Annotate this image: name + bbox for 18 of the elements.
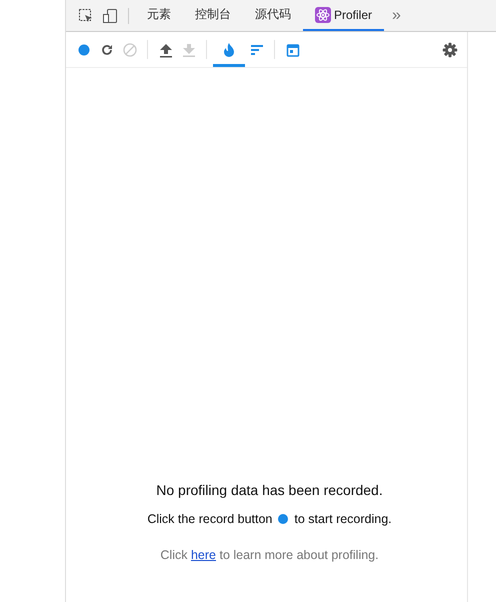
flame-icon bbox=[221, 42, 237, 58]
learn-more-text: Click here to learn more about profiling. bbox=[160, 548, 379, 562]
profiler-tab[interactable]: Profiler bbox=[303, 0, 384, 31]
more-tabs-button[interactable]: » bbox=[384, 0, 409, 31]
here-link[interactable]: here bbox=[190, 548, 216, 562]
panel-tab[interactable]: 元素 bbox=[135, 0, 183, 31]
no-entry-icon bbox=[122, 42, 138, 58]
hint-text: Click the record button bbox=[147, 512, 272, 526]
empty-title: No profiling data has been recorded. bbox=[156, 482, 383, 498]
panel-tab[interactable]: 源代码 bbox=[243, 0, 303, 31]
panel-tab[interactable]: 控制台 bbox=[183, 0, 243, 31]
record-dot-icon bbox=[278, 514, 288, 524]
upload-icon bbox=[158, 42, 174, 58]
atom-logo-icon bbox=[315, 6, 331, 22]
circle-icon bbox=[76, 42, 92, 58]
download-icon bbox=[180, 42, 196, 58]
calendar-icon bbox=[284, 42, 300, 58]
hint-text: to start recording. bbox=[294, 512, 392, 526]
